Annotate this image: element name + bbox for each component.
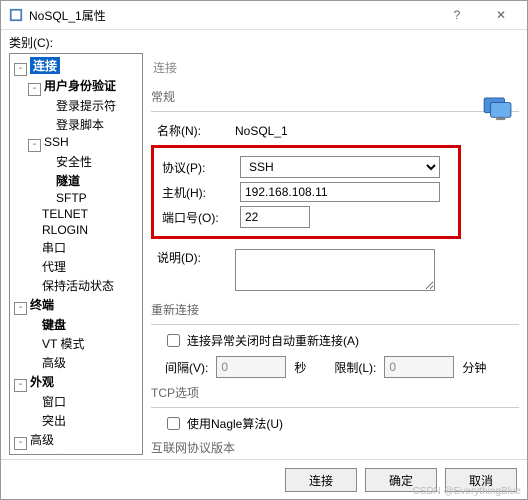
divider: [151, 324, 519, 325]
tree-item-label: RLOGIN: [42, 223, 88, 237]
section-general: 常规: [151, 82, 519, 109]
tree-toggle[interactable]: -: [14, 437, 27, 450]
port-input[interactable]: [240, 206, 310, 228]
category-tree[interactable]: -连接-用户身份验证登录提示符登录脚本-SSH安全性隧道SFTPTELNETRL…: [9, 53, 143, 455]
host-input[interactable]: [240, 182, 440, 202]
tree-item-label: TELNET: [42, 207, 88, 221]
tree-item-label: 保持活动状态: [42, 279, 114, 293]
tree-item-label: 高级: [42, 356, 66, 370]
nagle-checkbox[interactable]: [167, 417, 180, 430]
panel-header: 连接: [151, 57, 519, 82]
desc-label: 说明(D):: [151, 249, 235, 266]
monitor-icon: [483, 97, 513, 121]
dialog-window: NoSQL_1属性 ? ✕ 类别(C): -连接-用户身份验证登录提示符登录脚本…: [0, 0, 528, 500]
tree-item-label: 用户身份验证: [44, 79, 116, 93]
tree-item-label: 跟踪: [42, 453, 66, 455]
tree-toggle[interactable]: -: [14, 302, 27, 315]
tree-item[interactable]: 登录提示符: [10, 96, 142, 115]
tree-item-label: VT 模式: [42, 337, 84, 351]
reconnect-checkbox[interactable]: [167, 334, 180, 347]
tree-item[interactable]: 安全性: [10, 152, 142, 171]
name-value: NoSQL_1: [235, 124, 288, 138]
section-ip: 互联网协议版本: [151, 433, 519, 459]
content-panel: 连接 常规 名称(N): NoSQL_1 协议(P): SSH 主机(H):: [147, 53, 527, 459]
host-label: 主机(H):: [156, 184, 240, 201]
tree-item-label: 安全性: [56, 155, 92, 169]
name-label: 名称(N):: [151, 122, 235, 139]
tree-item[interactable]: 突出: [10, 411, 142, 430]
port-label: 端口号(O):: [156, 209, 240, 226]
tree-item[interactable]: -外观: [10, 372, 142, 392]
tree-item-label: 隧道: [56, 174, 80, 188]
tree-item[interactable]: -高级: [10, 430, 142, 450]
tree-item-label: 代理: [42, 260, 66, 274]
window-title: NoSQL_1属性: [29, 7, 435, 24]
tree-item-label: 登录脚本: [56, 118, 104, 132]
desc-textarea[interactable]: [235, 249, 435, 291]
tree-item[interactable]: VT 模式: [10, 334, 142, 353]
tree-item[interactable]: -终端: [10, 295, 142, 315]
seconds-unit: 秒: [294, 359, 306, 376]
tree-toggle[interactable]: -: [14, 63, 27, 76]
tree-item-label: 窗口: [42, 395, 66, 409]
minutes-unit: 分钟: [462, 359, 486, 376]
tree-item[interactable]: 保持活动状态: [10, 276, 142, 295]
tree-item[interactable]: 代理: [10, 257, 142, 276]
tree-item-label: 突出: [42, 414, 66, 428]
tree-item[interactable]: 登录脚本: [10, 115, 142, 134]
tree-item[interactable]: SFTP: [10, 190, 142, 206]
tree-root[interactable]: 连接: [30, 57, 60, 74]
app-icon: [9, 8, 23, 22]
section-reconnect: 重新连接: [151, 295, 519, 322]
reconnect-label: 连接异常关闭时自动重新连接(A): [187, 332, 359, 349]
category-label: 类别(C):: [1, 30, 527, 53]
protocol-label: 协议(P):: [156, 159, 240, 176]
tree-item[interactable]: 跟踪: [10, 450, 142, 455]
tree-item-label: SFTP: [56, 191, 87, 205]
tree-item[interactable]: 高级: [10, 353, 142, 372]
nagle-label: 使用Nagle算法(U): [187, 415, 283, 432]
tree-item[interactable]: 串口: [10, 238, 142, 257]
connect-button[interactable]: 连接: [285, 468, 357, 492]
tree-item-label: 外观: [30, 375, 54, 389]
highlight-box: 协议(P): SSH 主机(H): 端口号(O):: [151, 145, 461, 239]
tree-item[interactable]: RLOGIN: [10, 222, 142, 238]
tree-item[interactable]: -SSH: [10, 134, 142, 152]
protocol-select[interactable]: SSH: [240, 156, 440, 178]
help-button[interactable]: ?: [435, 1, 479, 29]
tree-toggle[interactable]: -: [14, 379, 27, 392]
section-tcp: TCP选项: [151, 378, 519, 405]
tree-item-label: 串口: [42, 241, 66, 255]
interval-input: [216, 356, 286, 378]
tree-item[interactable]: -用户身份验证: [10, 76, 142, 96]
close-button[interactable]: ✕: [479, 1, 523, 29]
interval-label: 间隔(V):: [165, 359, 208, 376]
watermark: CSDN @EverythingBlue: [412, 486, 521, 497]
tree-item-label: 终端: [30, 298, 54, 312]
limit-label: 限制(L):: [334, 359, 376, 376]
limit-input: [384, 356, 454, 378]
tree-toggle[interactable]: -: [28, 83, 41, 96]
tree-item[interactable]: 键盘: [10, 315, 142, 334]
tree-item-label: 键盘: [42, 318, 66, 332]
tree-item[interactable]: TELNET: [10, 206, 142, 222]
tree-toggle[interactable]: -: [28, 139, 41, 152]
tree-item-label: 高级: [30, 433, 54, 447]
tree-item[interactable]: 隧道: [10, 171, 142, 190]
divider: [151, 407, 519, 408]
tree-item-label: SSH: [44, 135, 69, 149]
tree-item[interactable]: 窗口: [10, 392, 142, 411]
tree-item-label: 登录提示符: [56, 99, 116, 113]
divider: [151, 111, 519, 112]
titlebar: NoSQL_1属性 ? ✕: [1, 1, 527, 30]
